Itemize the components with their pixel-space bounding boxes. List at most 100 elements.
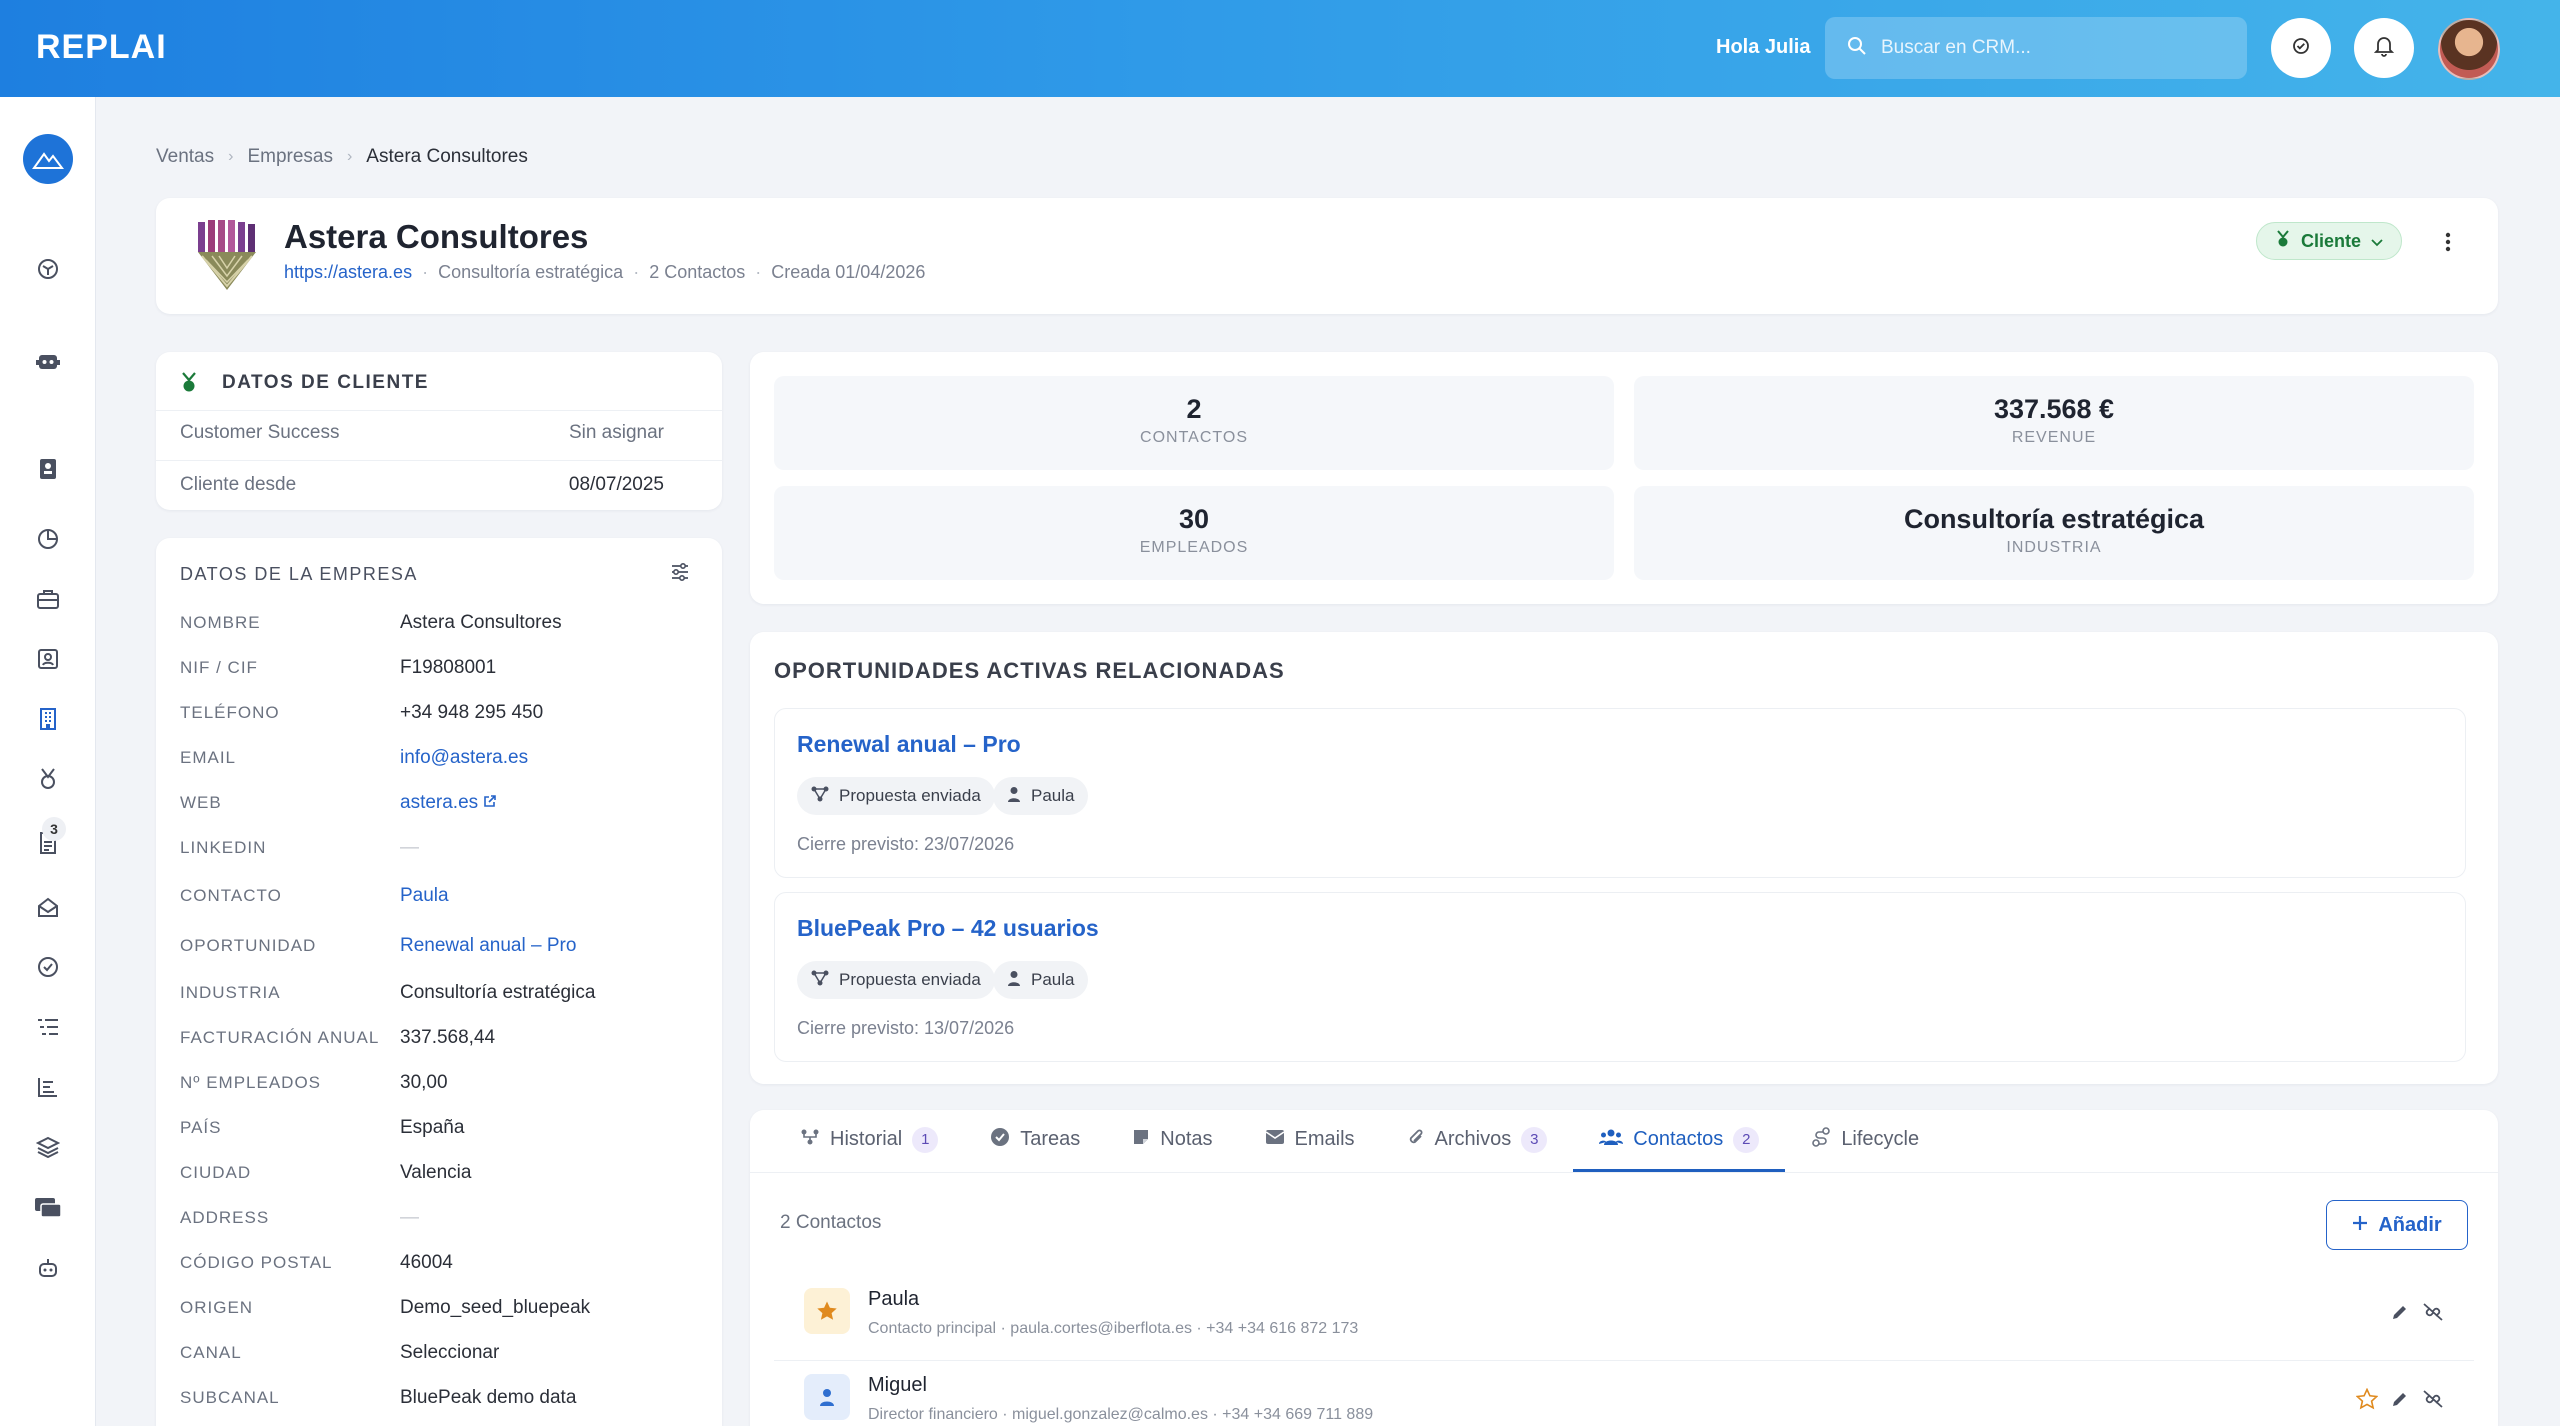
tab-contactos[interactable]: Contactos 2 [1573,1110,1786,1172]
field-value[interactable]: Astera Consultores [400,612,562,634]
contact-name[interactable]: Paula [868,1288,919,1311]
tab-archivos[interactable]: Archivos 3 [1381,1110,1574,1172]
opportunity-card[interactable]: BluePeak Pro – 42 usuarios Propuesta env… [774,892,2466,1062]
edit-icon[interactable] [2390,1302,2410,1327]
field-value[interactable]: BluePeak demo data [400,1387,576,1409]
edit-icon[interactable] [2390,1389,2410,1414]
bot-icon[interactable] [30,1249,66,1285]
layers-icon[interactable] [30,1129,66,1165]
field-value-empty[interactable]: — [400,837,419,859]
field-value[interactable]: Consultoría estratégica [400,982,595,1004]
field-label: EMAIL [180,748,237,767]
stat-label: EMPLEADOS [1139,539,1249,556]
notifications-button[interactable] [2354,18,2414,78]
gantt-icon[interactable] [30,1069,66,1105]
contact-link[interactable]: Paula [400,885,449,907]
field-value[interactable]: 337.568,44 [400,1027,495,1049]
opportunity-name[interactable]: BluePeak Pro – 42 usuarios [797,915,1099,942]
tab-label: Contactos [1633,1128,1724,1150]
user-avatar[interactable] [2438,18,2500,80]
contacts-book-icon[interactable] [30,641,66,677]
tab-label: Lifecycle [1841,1128,1920,1150]
company-url[interactable]: https://astera.es [284,262,412,283]
top-bar: REPLAI Hola Julia [0,0,2560,97]
pie-chart-icon[interactable] [30,521,66,557]
medal-icon[interactable] [30,761,66,797]
note-icon [1132,1128,1150,1152]
email-link[interactable]: info@astera.es [400,747,528,769]
field-value[interactable]: Seleccionar [400,1342,499,1364]
history-icon [800,1128,820,1152]
field-value[interactable]: Valencia [400,1162,471,1184]
tab-historial[interactable]: Historial 1 [774,1110,964,1172]
field-value[interactable]: España [400,1117,464,1139]
contact-actions [2355,1387,2444,1415]
contact-name[interactable]: Miguel [868,1374,927,1397]
status-button[interactable] [2271,18,2331,78]
field-label: TELÉFONO [180,703,280,722]
stat-label: CONTACTOS [1140,429,1248,446]
dashboard-icon[interactable] [30,251,66,287]
row-value: 08/07/2025 [568,474,664,495]
field-value[interactable]: 30,00 [400,1072,448,1094]
web-link-text[interactable]: astera.es [400,792,478,813]
workspace-logo-icon[interactable] [23,134,73,184]
owner-label: Paula [1031,970,1075,989]
tab-tareas[interactable]: Tareas [964,1110,1106,1172]
status-dropdown[interactable]: Cliente [2255,222,2402,260]
opportunity-link[interactable]: Renewal anual – Pro [400,935,576,957]
owner-label: Paula [1031,786,1075,805]
robot-icon[interactable] [30,343,66,379]
star-outline-icon[interactable] [2355,1387,2379,1415]
list-icon[interactable] [30,1009,66,1045]
stat-value: 2 [1186,394,1202,424]
field-label: LINKEDIN [180,838,267,857]
unlink-icon[interactable] [2422,1389,2444,1414]
briefcase-icon[interactable] [30,581,66,617]
documents-badge: 3 [42,817,66,841]
breadcrumb-ventas[interactable]: Ventas [156,146,214,168]
status-label: Cliente [2300,230,2361,251]
field-value[interactable]: +34 948 295 450 [400,702,543,724]
row-value[interactable]: Sin asignar [569,422,664,444]
more-options-icon[interactable] [2438,230,2458,254]
add-contact-button[interactable]: Añadir [2326,1200,2468,1250]
building-icon[interactable] [30,701,66,737]
field-value[interactable]: 46004 [400,1252,453,1274]
field-value-empty[interactable]: — [400,1207,419,1229]
tab-count: 2 [1733,1126,1760,1153]
stat-contacts: 2 CONTACTOS [774,376,1614,470]
search-input[interactable] [1881,37,2221,59]
web-link[interactable]: astera.es [400,792,497,814]
contact-row[interactable]: Miguel Director financiero · miguel.gonz… [774,1360,2474,1426]
external-link-icon [483,792,497,813]
tab-emails[interactable]: Emails [1239,1110,1381,1172]
field-label: PAÍS [180,1118,222,1137]
tab-notas[interactable]: Notas [1106,1110,1238,1172]
field-label: Nº EMPLEADOS [180,1073,322,1092]
search-icon [1847,36,1867,61]
breadcrumb-empresas[interactable]: Empresas [247,146,333,168]
tab-lifecycle[interactable]: Lifecycle [1785,1110,1945,1172]
contact-row[interactable]: Paula Contacto principal · paula.cortes@… [774,1274,2474,1356]
field-label: ADDRESS [180,1208,270,1227]
unlink-icon[interactable] [2422,1302,2444,1327]
user-icon [1007,970,1021,991]
inbox-icon[interactable] [30,889,66,925]
field-label: NOMBRE [180,613,261,632]
pipeline-icon [811,970,829,991]
check-circle-icon [990,1127,1010,1153]
field-value[interactable]: Demo_seed_bluepeak [400,1297,590,1319]
divider [156,460,722,461]
task-check-icon[interactable] [30,949,66,985]
field-label: CIUDAD [180,1163,252,1182]
field-value[interactable]: F19808001 [400,657,496,679]
medal-icon [2275,229,2291,253]
cards-icon[interactable] [30,1189,66,1225]
opportunity-card[interactable]: Renewal anual – Pro Propuesta enviada Pa… [774,708,2466,878]
contact-card-icon[interactable] [30,451,66,487]
opportunity-name[interactable]: Renewal anual – Pro [797,731,1021,758]
settings-sliders-icon[interactable] [670,562,690,587]
search-box[interactable] [1825,17,2247,79]
app-logo[interactable]: REPLAI [36,28,167,67]
